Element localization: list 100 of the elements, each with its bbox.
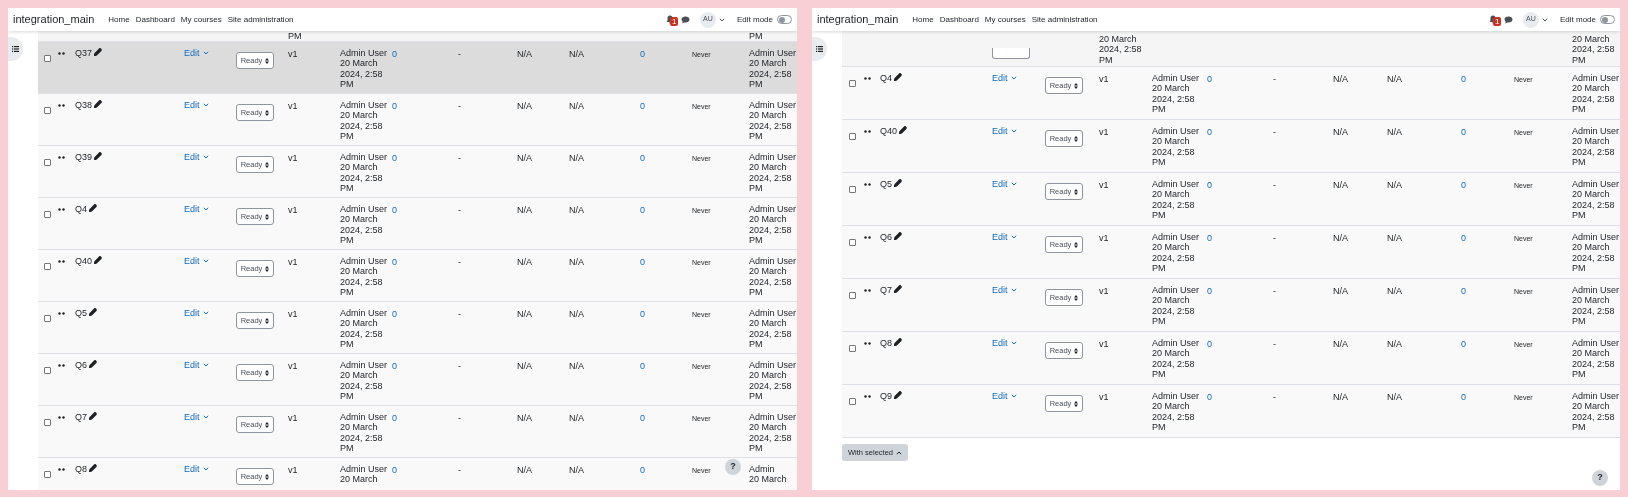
table-cell: N/A bbox=[569, 257, 584, 267]
edit-menu-link[interactable]: Edit bbox=[184, 256, 236, 266]
count-link[interactable]: 0 bbox=[640, 153, 645, 163]
count-link[interactable]: 0 bbox=[640, 49, 645, 59]
edit-menu-link[interactable]: Edit bbox=[184, 360, 236, 370]
count-link[interactable]: 0 bbox=[1461, 74, 1466, 84]
count-link[interactable]: 0 bbox=[392, 49, 397, 59]
nav-link[interactable]: Site administration bbox=[227, 13, 294, 26]
row-checkbox[interactable] bbox=[44, 471, 51, 478]
status-select[interactable] bbox=[992, 48, 1030, 59]
question-name[interactable]: Q7 bbox=[75, 412, 87, 422]
question-name[interactable]: Q7 bbox=[880, 285, 892, 295]
count-link[interactable]: 0 bbox=[640, 413, 645, 423]
question-name[interactable]: Q4 bbox=[75, 204, 87, 214]
count-link[interactable]: 0 bbox=[392, 257, 397, 267]
row-checkbox[interactable] bbox=[44, 55, 51, 62]
count-link[interactable]: 0 bbox=[1207, 339, 1212, 349]
question-name[interactable]: Q5 bbox=[75, 308, 87, 318]
question-name[interactable]: Q39 bbox=[75, 152, 92, 162]
question-name[interactable]: Q37 bbox=[75, 48, 92, 58]
site-brand[interactable]: integration_main bbox=[13, 11, 95, 28]
row-checkbox[interactable] bbox=[44, 211, 51, 218]
question-name[interactable]: Q6 bbox=[880, 232, 892, 242]
edit-menu-link[interactable]: Edit bbox=[992, 232, 1045, 242]
row-checkbox[interactable] bbox=[44, 315, 51, 322]
count-link[interactable]: 0 bbox=[1207, 392, 1212, 402]
count-link[interactable]: 0 bbox=[1461, 233, 1466, 243]
edit-menu-link[interactable]: Edit bbox=[184, 152, 236, 162]
nav-link[interactable]: Site administration bbox=[1031, 13, 1098, 26]
count-link[interactable]: 0 bbox=[640, 101, 645, 111]
count-link[interactable]: 0 bbox=[392, 153, 397, 163]
nav-link[interactable]: Home bbox=[108, 13, 130, 26]
count-link[interactable]: 0 bbox=[392, 413, 397, 423]
count-link[interactable]: 0 bbox=[640, 257, 645, 267]
count-link[interactable]: 0 bbox=[1461, 286, 1466, 296]
count-link[interactable]: 0 bbox=[392, 101, 397, 111]
edit-menu-link[interactable]: Edit bbox=[184, 464, 236, 474]
edit-menu-link[interactable]: Edit bbox=[184, 204, 236, 214]
drawer-toggle-button[interactable] bbox=[812, 37, 827, 61]
question-name[interactable]: Q40 bbox=[75, 256, 92, 266]
edit-menu-link[interactable]: Edit bbox=[992, 126, 1045, 136]
edit-menu-link[interactable]: Edit bbox=[992, 73, 1045, 83]
count-link[interactable]: 0 bbox=[1461, 180, 1466, 190]
row-checkbox[interactable] bbox=[44, 419, 51, 426]
question-name[interactable]: Q38 bbox=[75, 100, 92, 110]
count-link[interactable]: 0 bbox=[1207, 127, 1212, 137]
edit-menu-link[interactable]: Edit bbox=[992, 179, 1045, 189]
question-name[interactable]: Q5 bbox=[880, 179, 892, 189]
count-link[interactable]: 0 bbox=[640, 465, 645, 475]
row-checkbox[interactable] bbox=[44, 367, 51, 374]
row-checkbox[interactable] bbox=[44, 107, 51, 114]
nav-link[interactable]: Home bbox=[912, 13, 934, 26]
edit-menu-link[interactable]: Edit bbox=[184, 100, 236, 110]
nav-link[interactable]: Dashboard bbox=[135, 13, 175, 26]
count-link[interactable]: 0 bbox=[1461, 127, 1466, 137]
notification-button[interactable]: 1 bbox=[665, 14, 676, 25]
count-link[interactable]: 0 bbox=[640, 361, 645, 371]
notification-button[interactable]: 1 bbox=[1488, 14, 1499, 25]
edit-mode-toggle[interactable] bbox=[1600, 15, 1615, 24]
version-text: v1 bbox=[288, 153, 298, 163]
row-checkbox[interactable] bbox=[44, 159, 51, 166]
drawer-toggle-button[interactable] bbox=[8, 37, 23, 61]
row-checkbox[interactable] bbox=[849, 80, 856, 87]
count-link[interactable]: 0 bbox=[640, 205, 645, 215]
edit-menu-link[interactable]: Edit bbox=[184, 308, 236, 318]
question-name[interactable]: Q8 bbox=[75, 464, 87, 474]
count-link[interactable]: 0 bbox=[392, 465, 397, 475]
count-link[interactable]: 0 bbox=[1207, 74, 1212, 84]
nav-link[interactable]: My courses bbox=[180, 13, 222, 26]
row-checkbox[interactable] bbox=[849, 292, 856, 299]
nav-link[interactable]: Dashboard bbox=[939, 13, 979, 26]
count-link[interactable]: 0 bbox=[1207, 286, 1212, 296]
row-checkbox[interactable] bbox=[849, 345, 856, 352]
count-link[interactable]: 0 bbox=[640, 309, 645, 319]
edit-menu-link[interactable]: Edit bbox=[992, 391, 1045, 401]
count-link[interactable]: 0 bbox=[1461, 392, 1466, 402]
count-link[interactable]: 0 bbox=[392, 361, 397, 371]
count-link[interactable]: 0 bbox=[1207, 180, 1212, 190]
help-button[interactable]: ? bbox=[1592, 470, 1608, 486]
edit-menu-link[interactable]: Edit bbox=[184, 48, 236, 58]
question-name[interactable]: Q9 bbox=[880, 391, 892, 401]
count-link[interactable]: 0 bbox=[1461, 339, 1466, 349]
count-link[interactable]: 0 bbox=[392, 205, 397, 215]
question-name[interactable]: Q8 bbox=[880, 338, 892, 348]
edit-menu-link[interactable]: Edit bbox=[992, 285, 1045, 295]
count-link[interactable]: 0 bbox=[392, 309, 397, 319]
nav-link[interactable]: My courses bbox=[984, 13, 1026, 26]
row-checkbox[interactable] bbox=[849, 398, 856, 405]
question-name[interactable]: Q40 bbox=[880, 126, 897, 136]
row-checkbox[interactable] bbox=[849, 239, 856, 246]
count-link[interactable]: 0 bbox=[1207, 233, 1212, 243]
site-brand[interactable]: integration_main bbox=[817, 11, 899, 28]
edit-menu-link[interactable]: Edit bbox=[184, 412, 236, 422]
row-checkbox[interactable] bbox=[849, 133, 856, 140]
row-checkbox[interactable] bbox=[849, 186, 856, 193]
question-name[interactable]: Q4 bbox=[880, 73, 892, 83]
question-name[interactable]: Q6 bbox=[75, 360, 87, 370]
row-checkbox[interactable] bbox=[44, 263, 51, 270]
edit-mode-toggle[interactable] bbox=[777, 15, 792, 24]
edit-menu-link[interactable]: Edit bbox=[992, 338, 1045, 348]
